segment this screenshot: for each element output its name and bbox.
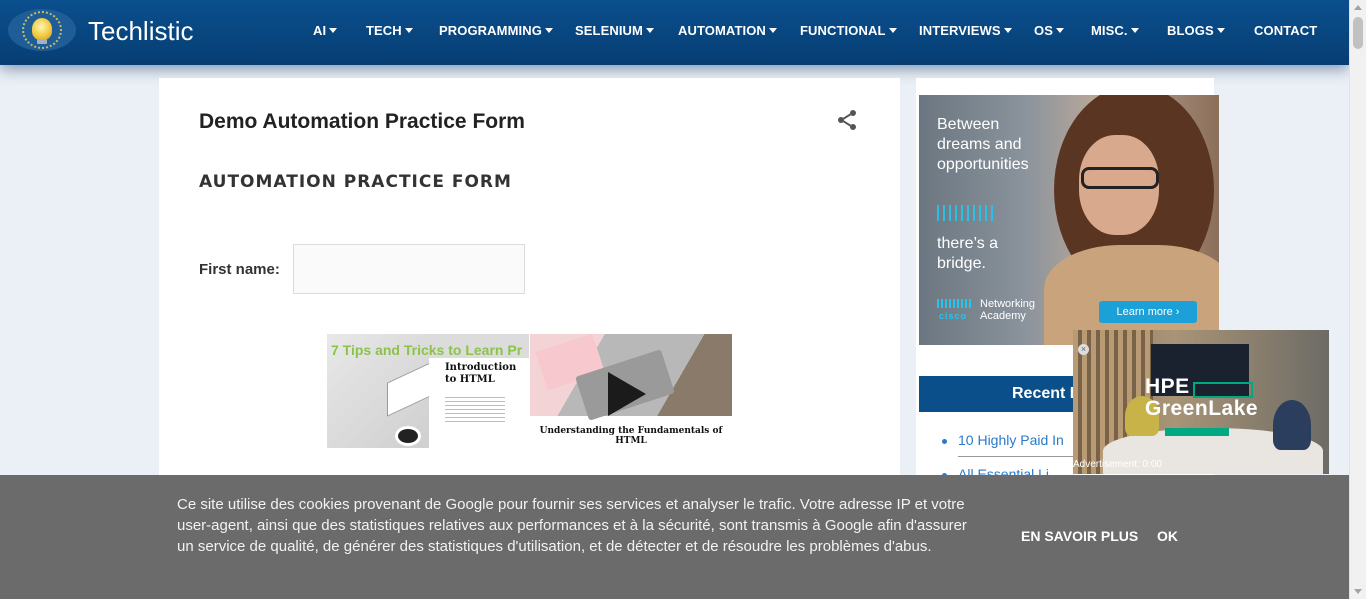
- learn-more-link[interactable]: EN SAVOIR PLUS: [1021, 528, 1138, 544]
- share-icon[interactable]: [835, 108, 859, 132]
- cisco-logo-icon: [937, 299, 973, 308]
- networking-academy-text: Networking Academy: [980, 298, 1036, 322]
- learn-more-button[interactable]: Learn more ›: [1099, 301, 1197, 323]
- nav-item-selenium[interactable]: SELENIUM: [575, 23, 654, 38]
- nav-item-functional[interactable]: FUNCTIONAL: [800, 23, 897, 38]
- ad-timer: Advertisement: 0:00: [1073, 459, 1162, 470]
- cookie-message: Ce site utilise des cookies provenant de…: [177, 496, 967, 555]
- logo-bulb-icon[interactable]: [8, 9, 76, 51]
- nav-item-os[interactable]: OS: [1034, 23, 1064, 38]
- scroll-up-icon[interactable]: [1354, 5, 1362, 10]
- nav-item-interviews[interactable]: INTERVIEWS: [919, 23, 1012, 38]
- glasses-image: [1081, 167, 1159, 189]
- nav-item-tech[interactable]: TECH: [366, 23, 413, 38]
- play-icon[interactable]: [608, 372, 646, 416]
- scroll-thumb[interactable]: [1353, 17, 1363, 49]
- caret-down-icon: [645, 28, 654, 33]
- caret-down-icon: [888, 28, 897, 33]
- caret-down-icon: [768, 28, 777, 33]
- first-name-label: First name:: [199, 261, 280, 278]
- nav-item-automation[interactable]: AUTOMATION: [678, 23, 777, 38]
- ok-button[interactable]: OK: [1157, 528, 1178, 544]
- cookie-banner: Ce site utilise des cookies provenant de…: [0, 475, 1349, 599]
- nav-item-misc[interactable]: MISC.: [1091, 23, 1139, 38]
- thumbnail-overlay-text: 7 Tips and Tricks to Learn Pr: [331, 342, 523, 358]
- scroll-down-icon[interactable]: [1354, 589, 1362, 594]
- form-heading: AUTOMATION PRACTICE FORM: [199, 172, 512, 192]
- site-brand[interactable]: Techlistic: [88, 16, 193, 47]
- nav-item-ai[interactable]: AI: [313, 23, 338, 38]
- cisco-advertisement[interactable]: Between dreams and opportunities there’s…: [919, 95, 1219, 345]
- ad-headline: Between dreams and opportunities: [937, 116, 1029, 173]
- ad-subline: there’s a bridge.: [937, 235, 999, 272]
- site-header: Techlistic AI TECH PROGRAMMING SELENIUM …: [0, 0, 1349, 65]
- thumbnail-title: Introduction to HTML: [445, 362, 517, 385]
- page-scrollbar[interactable]: [1349, 0, 1366, 599]
- caret-down-icon: [1130, 28, 1139, 33]
- divider: [958, 456, 1078, 457]
- caret-down-icon: [1003, 28, 1012, 33]
- recent-blogs-title: Recent B: [1012, 385, 1082, 402]
- caret-down-icon: [1216, 28, 1225, 33]
- caret-down-icon: [544, 28, 553, 33]
- caret-down-icon: [329, 28, 338, 33]
- nav-item-blogs[interactable]: BLOGS: [1167, 23, 1225, 38]
- nav-item-contact[interactable]: CONTACT: [1254, 23, 1317, 38]
- cisco-wave-icon: [937, 205, 997, 221]
- hpe-brand-text: HPE GreenLake: [1145, 375, 1259, 420]
- post-title: Demo Automation Practice Form: [199, 110, 525, 133]
- post-card: Demo Automation Practice Form AUTOMATION…: [159, 78, 900, 498]
- video-thumbnail-html-intro[interactable]: Introduction to HTML 7 Tips and Tricks t…: [327, 334, 529, 448]
- person-image: [1273, 400, 1311, 450]
- cisco-logo-text: cisco: [939, 311, 968, 321]
- close-ad-icon[interactable]: ×: [1078, 344, 1089, 355]
- first-name-input[interactable]: [293, 244, 525, 294]
- video-thumbnail-html-fundamentals[interactable]: Understanding the Fundamentals of HTML: [530, 334, 732, 448]
- caret-down-icon: [1055, 28, 1064, 33]
- caret-down-icon: [404, 28, 413, 33]
- hpe-video-advertisement[interactable]: HPE GreenLake × Advertisement: 0:00: [1073, 330, 1329, 474]
- thumbnail-caption: Understanding the Fundamentals of HTML: [539, 426, 723, 446]
- coffee-cup-image: [395, 426, 421, 446]
- nav-item-programming[interactable]: PROGRAMMING: [439, 23, 553, 38]
